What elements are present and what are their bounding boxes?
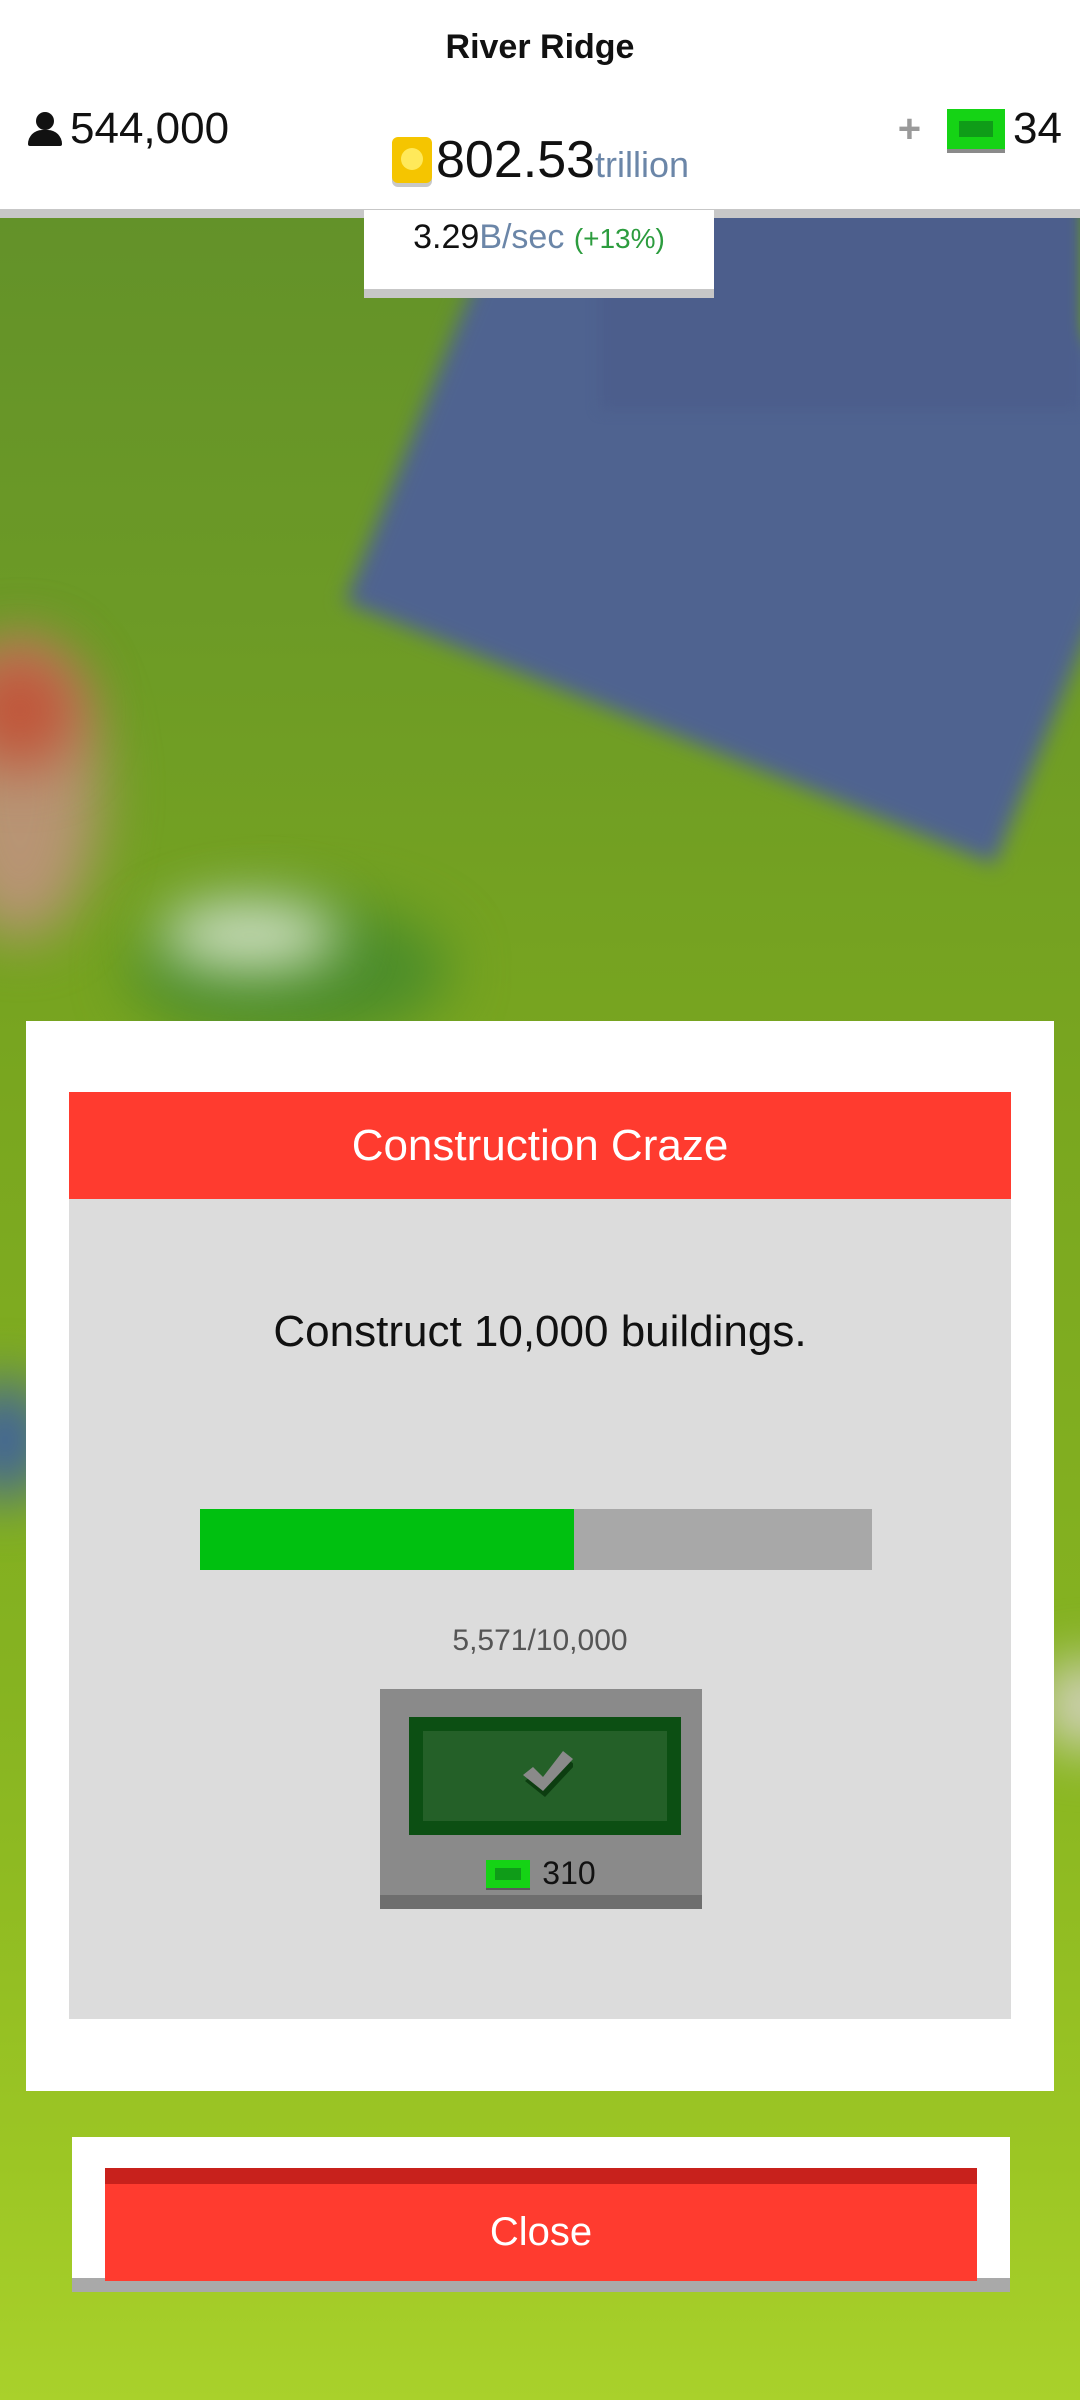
check-icon <box>523 1751 573 1797</box>
gems-display: + 34 <box>898 104 1062 154</box>
rate-value: 3.29 <box>413 218 480 256</box>
city-name: River Ridge <box>445 28 635 66</box>
gems-value: 34 <box>1013 104 1062 153</box>
money-display: 802.53 trillion <box>392 130 689 190</box>
gem-icon <box>486 1859 531 1888</box>
population-display: 544,000 <box>26 104 229 154</box>
progress-bar <box>200 1509 872 1570</box>
population-value: 544,000 <box>70 104 230 153</box>
progress-fill <box>200 1509 575 1570</box>
close-button-frame: Close <box>72 2137 1010 2292</box>
person-icon <box>26 110 64 148</box>
dialog-body: Construct 10,000 buildings. 5,571/10,000… <box>69 1199 1011 2019</box>
claim-reward-button[interactable]: 310 <box>380 1689 702 1909</box>
claim-button-frame <box>409 1717 681 1835</box>
rate-bonus: (+13%) <box>573 223 665 254</box>
goal-description: Construct 10,000 buildings. <box>273 1307 807 1356</box>
road-blur <box>160 900 340 970</box>
money-value: 802.53 <box>436 131 596 189</box>
progress-count: 5,571/10,000 <box>452 1624 628 1657</box>
add-gems-button[interactable]: + <box>898 107 921 152</box>
claim-button-face <box>423 1731 667 1821</box>
reward-display: 310 <box>380 1855 702 1892</box>
income-rate: 3.29B/sec (+13%) <box>364 218 714 257</box>
coin-icon <box>392 137 432 183</box>
close-button[interactable]: Close <box>105 2168 977 2281</box>
rate-unit: B/sec <box>479 218 565 256</box>
achievement-dialog: Construction Craze Construct 10,000 buil… <box>26 1021 1054 2091</box>
reward-amount: 310 <box>542 1855 596 1891</box>
dialog-title: Construction Craze <box>69 1092 1011 1199</box>
money-unit: trillion <box>595 144 690 185</box>
gem-icon <box>947 109 1006 149</box>
